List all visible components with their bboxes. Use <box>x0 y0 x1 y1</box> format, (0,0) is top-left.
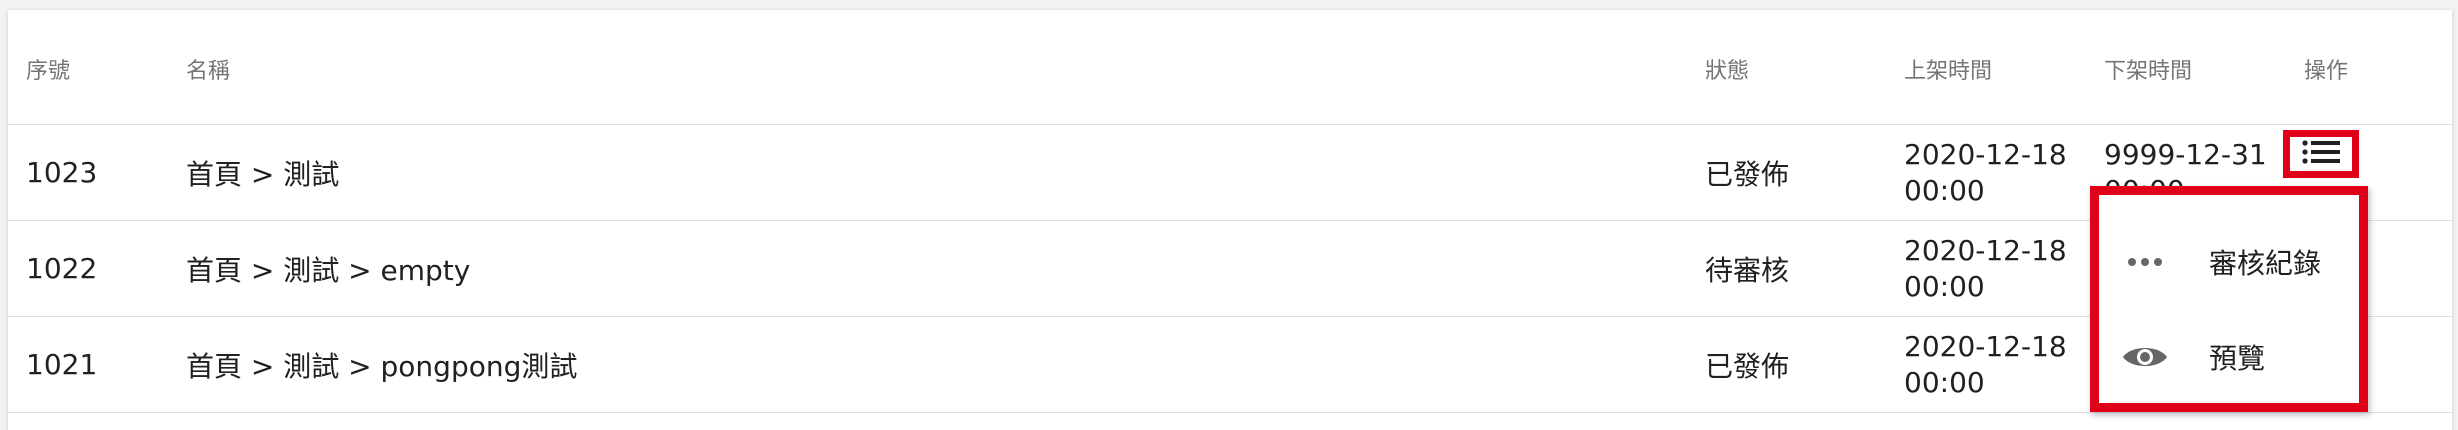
row-name: 首頁 > 測試 > pongpong測試 <box>186 349 578 383</box>
table-header: 序號 名稱 狀態 上架時間 下架時間 操作 <box>8 10 2452 125</box>
more-horiz-icon <box>2115 257 2175 267</box>
table-row: 1021 首頁 > 測試 > pongpong測試 已發佈 2020-12-18… <box>8 317 2452 413</box>
column-header-operations: 操作 <box>2304 59 2349 84</box>
row-start-date: 2020-12-18 <box>1904 329 2067 363</box>
column-header-name: 名稱 <box>186 59 231 84</box>
column-header-start-time: 上架時間 <box>1904 59 1993 84</box>
row-start-time: 2020-12-18 00:00 <box>1904 221 2084 316</box>
menu-item-label: 審核紀錄 <box>2209 247 2322 280</box>
row-start-date: 2020-12-18 <box>1904 233 2067 267</box>
row-actions-dropdown: 審核紀錄 預覽 <box>2090 186 2368 412</box>
column-header-id: 序號 <box>26 59 71 84</box>
row-start-clock: 00:00 <box>1904 173 1985 207</box>
row-end-date: 9999-12-31 <box>2104 137 2267 171</box>
row-status: 已發佈 <box>1705 349 1790 383</box>
menu-item-label: 預覽 <box>2209 342 2266 375</box>
row-id: 1021 <box>26 348 98 381</box>
menu-item-preview[interactable]: 預覽 <box>2099 317 2359 397</box>
row-status: 已發佈 <box>1705 157 1790 191</box>
list-icon <box>2302 139 2340 169</box>
column-header-status: 狀態 <box>1705 59 1750 84</box>
row-status: 待審核 <box>1705 253 1790 287</box>
row-start-clock: 00:00 <box>1904 365 1985 399</box>
row-id: 1022 <box>26 252 98 285</box>
column-header-end-time: 下架時間 <box>2104 59 2193 84</box>
row-id: 1023 <box>26 156 98 189</box>
menu-item-review-history[interactable]: 審核紀錄 <box>2099 222 2359 302</box>
eye-icon <box>2115 342 2175 372</box>
table-row: 1023 首頁 > 測試 已發佈 2020-12-18 00:00 9999-1… <box>8 125 2452 221</box>
row-actions-menu-button[interactable] <box>2283 130 2359 178</box>
content-table: 序號 名稱 狀態 上架時間 下架時間 操作 1023 首頁 > 測試 已發佈 2… <box>8 10 2452 430</box>
row-start-time: 2020-12-18 00:00 <box>1904 125 2084 220</box>
row-name: 首頁 > 測試 > empty <box>186 253 471 287</box>
table-row: 1022 首頁 > 測試 > empty 待審核 2020-12-18 00:0… <box>8 221 2452 317</box>
row-start-time: 2020-12-18 00:00 <box>1904 317 2084 412</box>
row-start-clock: 00:00 <box>1904 269 1985 303</box>
row-start-date: 2020-12-18 <box>1904 137 2067 171</box>
row-name: 首頁 > 測試 <box>186 157 340 191</box>
